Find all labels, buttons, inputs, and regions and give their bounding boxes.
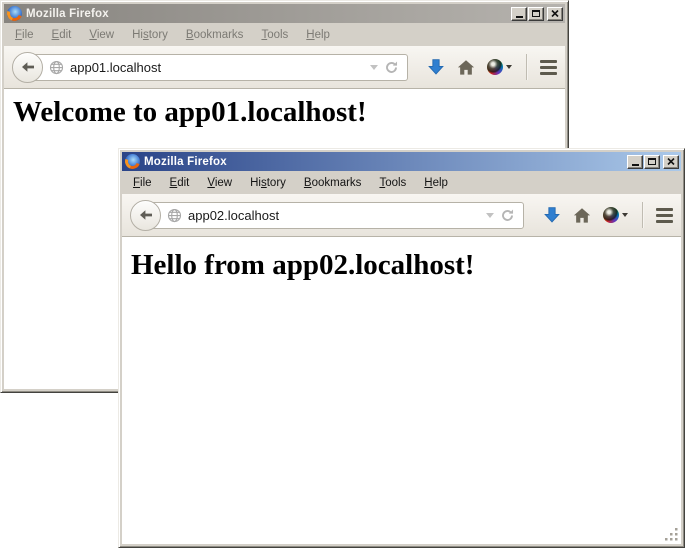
minimize-button[interactable] — [627, 155, 643, 169]
close-button[interactable] — [547, 7, 563, 21]
maximize-icon — [648, 158, 656, 165]
toolbar-separator — [526, 54, 528, 80]
nav-toolbar: app02.localhost — [122, 194, 681, 237]
downloads-button[interactable] — [543, 206, 561, 224]
menu-edit[interactable]: Edit — [161, 177, 199, 189]
color-wheel-icon — [487, 59, 503, 75]
minimize-button[interactable] — [511, 7, 527, 21]
back-arrow-icon — [20, 59, 36, 75]
downloads-button[interactable] — [427, 58, 445, 76]
maximize-icon — [532, 10, 540, 17]
url-bar[interactable]: app02.localhost — [146, 202, 524, 229]
menu-help[interactable]: Help — [415, 177, 457, 189]
menu-view[interactable]: View — [80, 29, 123, 41]
menu-bar: File Edit View History Bookmarks Tools H… — [4, 24, 565, 46]
menu-bookmarks[interactable]: Bookmarks — [177, 29, 253, 41]
reload-icon[interactable] — [500, 208, 515, 223]
toolbar-separator — [642, 202, 644, 228]
globe-icon — [49, 60, 64, 75]
page-heading: Hello from app02.localhost! — [131, 249, 681, 282]
maximize-button[interactable] — [528, 7, 544, 21]
globe-icon — [167, 208, 182, 223]
addon-dropdown-icon — [622, 213, 628, 217]
color-wheel-icon — [603, 207, 619, 223]
minimize-icon — [632, 164, 639, 166]
minimize-icon — [516, 16, 523, 18]
firefox-icon — [7, 6, 22, 21]
menu-bar: File Edit View History Bookmarks Tools H… — [122, 172, 681, 194]
open-menu-button[interactable] — [656, 208, 673, 223]
urlbar-dropdown-icon[interactable] — [370, 65, 378, 70]
url-text[interactable]: app02.localhost — [188, 208, 279, 223]
resize-grip-icon[interactable] — [665, 528, 679, 542]
close-icon — [667, 158, 675, 165]
menu-history[interactable]: History — [123, 29, 177, 41]
menu-history[interactable]: History — [241, 177, 295, 189]
menu-view[interactable]: View — [198, 177, 241, 189]
close-button[interactable] — [663, 155, 679, 169]
open-menu-button[interactable] — [540, 60, 557, 75]
home-icon — [457, 59, 475, 76]
back-arrow-icon — [138, 207, 154, 223]
back-button[interactable] — [12, 52, 43, 83]
home-icon — [573, 207, 591, 224]
reload-icon[interactable] — [384, 60, 399, 75]
page-heading: Welcome to app01.localhost! — [13, 96, 565, 129]
window-title: Mozilla Firefox — [144, 156, 227, 168]
menu-help[interactable]: Help — [297, 29, 339, 41]
nav-toolbar: app01.localhost — [4, 46, 565, 89]
titlebar[interactable]: Mozilla Firefox — [122, 152, 681, 171]
url-text[interactable]: app01.localhost — [70, 60, 161, 75]
back-button[interactable] — [130, 200, 161, 231]
url-bar[interactable]: app01.localhost — [28, 54, 408, 81]
firefox-window-app02: Mozilla Firefox File Edit View History B… — [118, 148, 685, 548]
close-icon — [551, 10, 559, 17]
addon-button[interactable] — [487, 59, 512, 75]
menu-edit[interactable]: Edit — [43, 29, 81, 41]
caption-buttons — [511, 7, 563, 21]
addon-button[interactable] — [603, 207, 628, 223]
menu-tools[interactable]: Tools — [370, 177, 415, 189]
window-title: Mozilla Firefox — [26, 8, 109, 20]
download-arrow-icon — [427, 58, 445, 76]
page-content: Hello from app02.localhost! — [122, 237, 681, 544]
menu-bookmarks[interactable]: Bookmarks — [295, 177, 371, 189]
home-button[interactable] — [457, 59, 475, 76]
menu-tools[interactable]: Tools — [252, 29, 297, 41]
titlebar[interactable]: Mozilla Firefox — [4, 4, 565, 23]
urlbar-dropdown-icon[interactable] — [486, 213, 494, 218]
menu-file[interactable]: File — [6, 29, 43, 41]
download-arrow-icon — [543, 206, 561, 224]
firefox-icon — [125, 154, 140, 169]
menu-file[interactable]: File — [124, 177, 161, 189]
home-button[interactable] — [573, 207, 591, 224]
caption-buttons — [627, 155, 679, 169]
addon-dropdown-icon — [506, 65, 512, 69]
maximize-button[interactable] — [644, 155, 660, 169]
